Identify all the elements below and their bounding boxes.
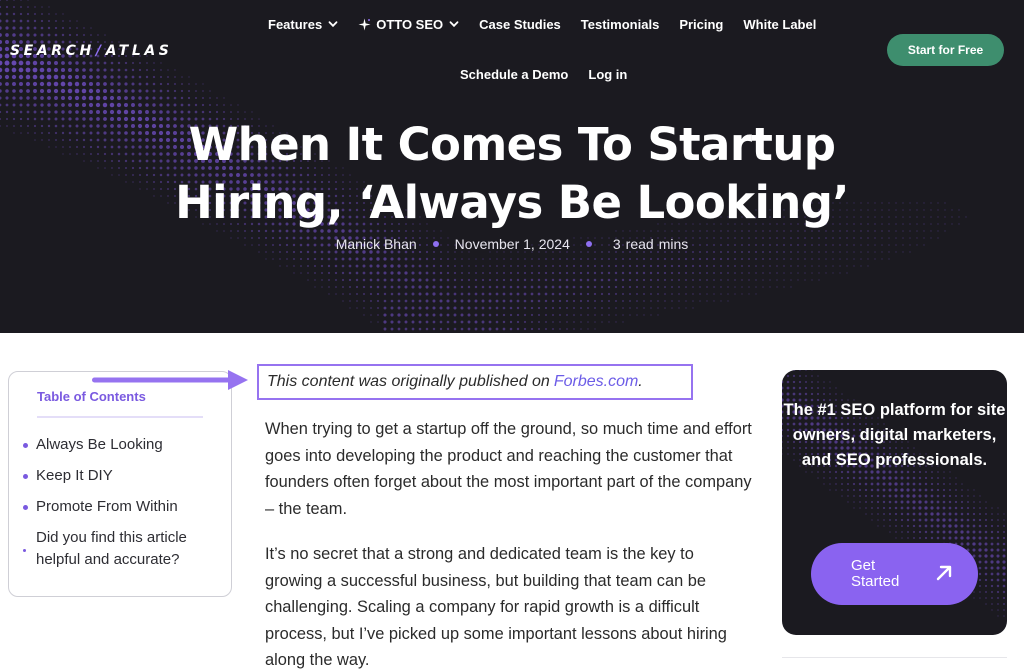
nav-pricing[interactable]: Pricing: [679, 17, 723, 32]
hero-section: SEARCH/ATLAS Features OTTO SEO Case Stud…: [0, 0, 1024, 333]
get-started-label: Get Started: [851, 557, 900, 590]
toc-title: Table of Contents: [37, 389, 146, 404]
nav-login[interactable]: Log in: [588, 67, 627, 82]
toc-list: Always Be Looking Keep It DIY Promote Fr…: [23, 434, 223, 580]
toc-item-label: Always Be Looking: [36, 436, 163, 453]
logo-slash: /: [95, 43, 105, 59]
bullet-icon: [23, 443, 28, 448]
bullet-icon: [23, 474, 28, 479]
nav-otto-seo[interactable]: OTTO SEO: [358, 17, 459, 32]
sparkle-icon: [358, 18, 371, 30]
arrow-up-right-icon: [936, 565, 952, 581]
promo-heading: The #1 SEO platform for site owners, dig…: [783, 401, 1006, 469]
nav-schedule-demo[interactable]: Schedule a Demo: [460, 67, 568, 82]
chevron-down-icon: [449, 21, 459, 28]
nav-white-label[interactable]: White Label: [743, 17, 816, 32]
nav-features[interactable]: Features: [268, 17, 338, 32]
toc-item-feedback[interactable]: Did you find this article helpful and ac…: [23, 527, 223, 571]
promo-card: The #1 SEO platform for site owners, dig…: [782, 370, 1007, 635]
publish-date: November 1, 2024: [454, 236, 570, 252]
toc-item-label: Keep It DIY: [36, 467, 113, 484]
arrow-right-icon: [92, 370, 248, 390]
original-source-period: .: [638, 373, 643, 390]
nav-features-label: Features: [268, 16, 323, 32]
read-time-number: 3: [612, 236, 621, 252]
main-nav: Features OTTO SEO Case Studies Testimoni…: [268, 15, 836, 33]
toc-item-keep-it-diy[interactable]: Keep It DIY: [23, 465, 223, 487]
chevron-down-icon: [328, 21, 338, 28]
original-source-text: This content was originally published on: [267, 373, 550, 390]
author-name[interactable]: Manick Bhan: [336, 236, 417, 252]
toc-item-always-be-looking[interactable]: Always Be Looking: [23, 434, 223, 456]
meta-separator-dot: [432, 241, 439, 247]
original-source-notice: This content was originally published on…: [257, 364, 693, 400]
nav-case-studies[interactable]: Case Studies: [479, 17, 561, 32]
read-time: 3 read mins: [608, 236, 688, 252]
article-paragraph: When trying to get a startup off the gro…: [265, 420, 752, 518]
read-time-word: read: [625, 236, 654, 252]
article-title-line2: Hiring, ‘Always Be Looking’: [175, 176, 849, 229]
article-paragraph: It’s no secret that a strong and dedicat…: [265, 545, 727, 669]
bullet-icon: [23, 549, 26, 552]
meta-separator-dot: [585, 241, 592, 247]
toc-divider: [37, 416, 203, 418]
nav-testimonials[interactable]: Testimonials: [581, 17, 660, 32]
article-title-line1: When It Comes To Startup: [188, 118, 836, 171]
toc-item-label: Promote From Within: [36, 498, 178, 515]
toc-item-label: Did you find this article helpful and ac…: [36, 529, 187, 568]
get-started-button[interactable]: Get Started: [811, 543, 978, 605]
search-atlas-logo[interactable]: SEARCH/ATLAS: [10, 43, 172, 59]
logo-word-right: ATLAS: [105, 43, 173, 59]
bullet-icon: [23, 505, 28, 510]
start-for-free-button[interactable]: Start for Free: [887, 34, 1004, 66]
sidebar-divider: [782, 657, 1007, 658]
logo-word-left: SEARCH: [10, 43, 95, 59]
secondary-nav: Schedule a Demo Log in: [460, 65, 647, 83]
article-title: When It Comes To Startup Hiring, ‘Always…: [0, 116, 1024, 232]
table-of-contents: Table of Contents Always Be Looking Keep…: [8, 371, 232, 597]
article-meta: Manick Bhan November 1, 2024 3 read mins: [0, 236, 1024, 252]
forbes-link[interactable]: Forbes.com: [554, 373, 638, 391]
read-time-unit: mins: [658, 236, 689, 252]
nav-otto-seo-label: OTTO SEO: [376, 16, 444, 32]
toc-item-promote-from-within[interactable]: Promote From Within: [23, 496, 223, 518]
